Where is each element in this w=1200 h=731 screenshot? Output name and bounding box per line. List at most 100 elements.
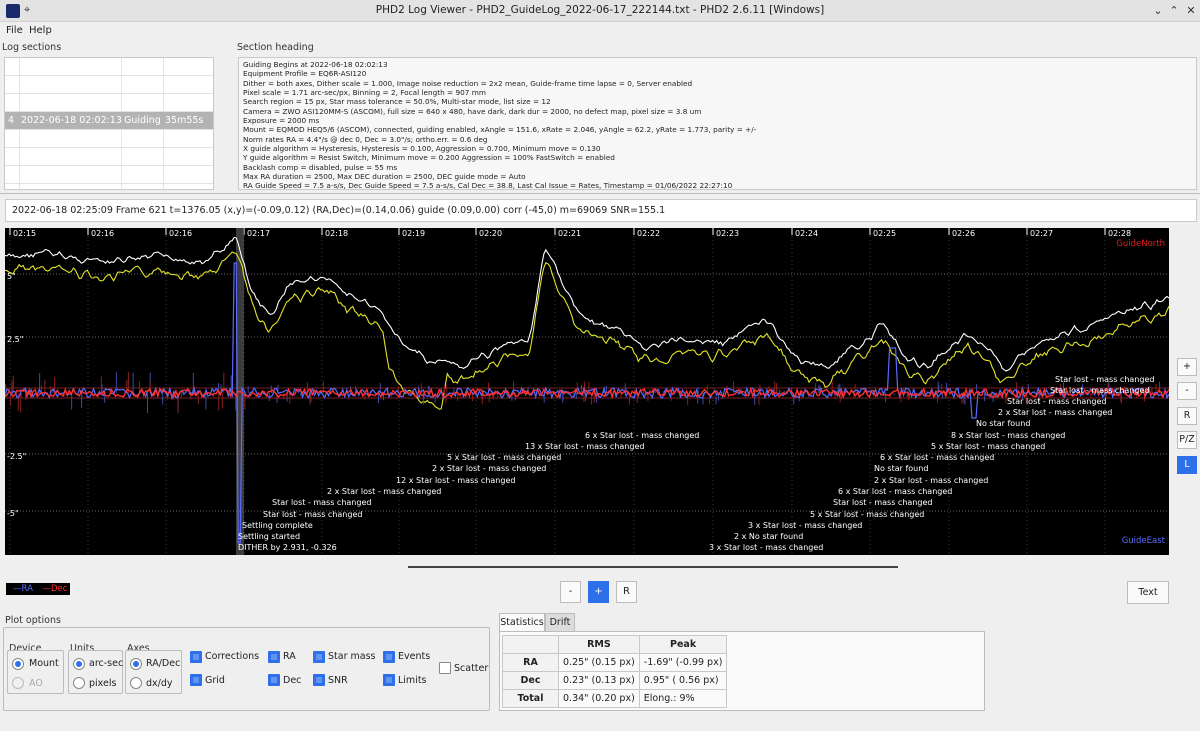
zoom-out-button[interactable]: - xyxy=(1177,382,1197,400)
list-item[interactable]: 1 2022-06-17 22:21:53 Calibr 9m4s xyxy=(5,58,213,76)
event-label: 5 x Star lost - mass changed xyxy=(931,442,1045,451)
log-sections-list[interactable]: 1 2022-06-17 22:21:53 Calibr 9m4s 2 2022… xyxy=(4,57,214,190)
h-zoom-out-button[interactable]: - xyxy=(560,581,581,603)
close-icon[interactable]: ✕ xyxy=(1183,3,1199,19)
event-label: Settling started xyxy=(238,532,300,541)
scatter-checkbox[interactable] xyxy=(439,662,451,674)
event-label: Star lost - mass changed xyxy=(1050,386,1149,395)
y-tick-label: -5" xyxy=(7,509,19,518)
table-row: Total 0.34" (0.20 px) Elong.: 9% xyxy=(502,689,728,708)
splitter[interactable] xyxy=(0,193,1200,194)
legend-ra: —RA xyxy=(6,583,40,595)
legend-dec: —Dec xyxy=(40,583,70,595)
star-mass-label: Star mass xyxy=(328,651,376,662)
time-tick-label: 02:19 xyxy=(402,229,425,238)
window-title: PHD2 Log Viewer - PHD2_GuideLog_2022-06-… xyxy=(375,4,825,16)
section-heading-label: Section heading xyxy=(237,42,314,53)
y-tick-label: 2.5" xyxy=(7,335,23,344)
ra-label: RA xyxy=(283,651,296,662)
limits-label: Limits xyxy=(398,675,427,686)
radec-radio[interactable] xyxy=(130,658,142,670)
title-bar: ⌖ PHD2 Log Viewer - PHD2_GuideLog_2022-0… xyxy=(0,0,1200,22)
list-item[interactable]: 3 2022-06-18 01:35:40 Guiding 12m xyxy=(5,94,213,112)
event-label: 3 x Star lost - mass changed xyxy=(748,521,862,530)
time-tick-label: 02:16 xyxy=(169,229,192,238)
event-label: 2 x Star lost - mass changed xyxy=(432,464,546,473)
time-tick-label: 02:22 xyxy=(637,229,660,238)
list-item-selected[interactable]: 4 2022-06-18 02:02:13 Guiding 35m55s xyxy=(5,112,213,130)
tab-statistics[interactable]: Statistics xyxy=(499,613,545,631)
arcsec-radio[interactable] xyxy=(73,658,85,670)
snr-series xyxy=(5,236,1169,372)
menu-file[interactable]: File xyxy=(6,25,23,36)
event-label: Settling complete xyxy=(242,521,313,530)
star-mass-checkbox[interactable] xyxy=(313,651,325,663)
table-row: Dec 0.23" (0.13 px) 0.95" ( 0.56 px) xyxy=(502,671,728,690)
time-tick-label: 02:23 xyxy=(716,229,739,238)
event-label: 6 x Star lost - mass changed xyxy=(880,453,994,462)
time-tick-label: 02:27 xyxy=(1030,229,1053,238)
event-label: No star found xyxy=(874,464,928,473)
event-label: 5 x Star lost - mass changed xyxy=(447,453,561,462)
pixels-label: pixels xyxy=(89,678,117,689)
minimize-icon[interactable]: ⌄ xyxy=(1150,3,1166,19)
ra-series xyxy=(5,262,1169,544)
mount-radio[interactable] xyxy=(12,658,24,670)
zoom-in-button[interactable]: + xyxy=(1177,358,1197,376)
event-label: 6 x Star lost - mass changed xyxy=(838,487,952,496)
arcsec-label: arc-sec xyxy=(89,658,124,669)
radec-label: RA/Dec xyxy=(146,658,181,669)
event-label: 2 x No star found xyxy=(734,532,803,541)
list-item[interactable]: 2 2022-06-17 22:31:16 Guiding 3m18s xyxy=(5,76,213,94)
guide-east-label: GuideEast xyxy=(1122,536,1166,546)
grid-checkbox[interactable] xyxy=(190,674,202,686)
pixels-radio[interactable] xyxy=(73,677,85,689)
time-tick-label: 02:17 xyxy=(247,229,270,238)
event-label: DITHER by 2.931, -0.326 xyxy=(238,543,337,552)
maximize-icon[interactable]: ⌃ xyxy=(1166,3,1182,19)
time-tick-label: 02:25 xyxy=(873,229,896,238)
time-tick-label: 02:18 xyxy=(325,229,348,238)
ao-label: AO xyxy=(29,678,43,689)
ra-checkbox[interactable] xyxy=(268,651,280,663)
event-label: Star lost - mass changed xyxy=(263,510,362,519)
snr-label: SNR xyxy=(328,675,348,686)
log-sections-label: Log sections xyxy=(2,42,62,53)
h-zoom-in-button[interactable]: + xyxy=(588,581,609,603)
events-label: Events xyxy=(398,651,431,662)
statistics-table: RMS Peak RA 0.25" (0.15 px) -1.69" (-0.9… xyxy=(502,635,728,708)
text-button[interactable]: Text xyxy=(1127,581,1169,604)
tab-drift[interactable]: Drift xyxy=(545,613,575,631)
guide-graph[interactable]: 02:15 02:16 02:16 02:17 02:18 02:19 02:20 02:21… xyxy=(5,228,1169,555)
event-label: Star lost - mass changed xyxy=(1007,397,1106,406)
limits-button[interactable]: L xyxy=(1177,456,1197,474)
plot-options-label: Plot options xyxy=(5,615,61,626)
scatter-label: Scatter xyxy=(454,663,489,674)
ao-radio[interactable] xyxy=(12,677,24,689)
limits-checkbox[interactable] xyxy=(383,674,395,686)
dec-checkbox[interactable] xyxy=(268,674,280,686)
corrections-checkbox[interactable] xyxy=(190,651,202,663)
graph-scrollbar[interactable] xyxy=(408,566,898,568)
event-label: Star lost - mass changed xyxy=(272,498,371,507)
dxdy-radio[interactable] xyxy=(130,677,142,689)
mount-label: Mount xyxy=(29,658,59,669)
time-tick-label: 02:16 xyxy=(91,229,114,238)
event-label: 3 x Star lost - mass changed xyxy=(709,543,823,552)
events-checkbox[interactable] xyxy=(383,651,395,663)
snr-checkbox[interactable] xyxy=(313,674,325,686)
event-label: 2 x Star lost - mass changed xyxy=(998,408,1112,417)
h-reset-button[interactable]: R xyxy=(616,581,637,603)
menu-help[interactable]: Help xyxy=(29,25,52,36)
time-tick-label: 02:26 xyxy=(952,229,975,238)
section-heading-text: Guiding Begins at 2022-06-18 02:02:13 Eq… xyxy=(238,57,1197,190)
guide-north-label: GuideNorth xyxy=(1116,239,1165,249)
event-label: No star found xyxy=(976,419,1030,428)
pz-button[interactable]: P/Z xyxy=(1177,431,1197,449)
time-tick-label: 02:20 xyxy=(479,229,502,238)
frame-info-bar: 2022-06-18 02:25:09 Frame 621 t=1376.05 … xyxy=(5,199,1197,222)
graph-canvas[interactable]: 02:15 02:16 02:16 02:17 02:18 02:19 02:20 02:21… xyxy=(5,228,1169,555)
event-label: 2 x Star lost - mass changed xyxy=(874,476,988,485)
reset-button[interactable]: R xyxy=(1177,407,1197,425)
dxdy-label: dx/dy xyxy=(146,678,173,689)
